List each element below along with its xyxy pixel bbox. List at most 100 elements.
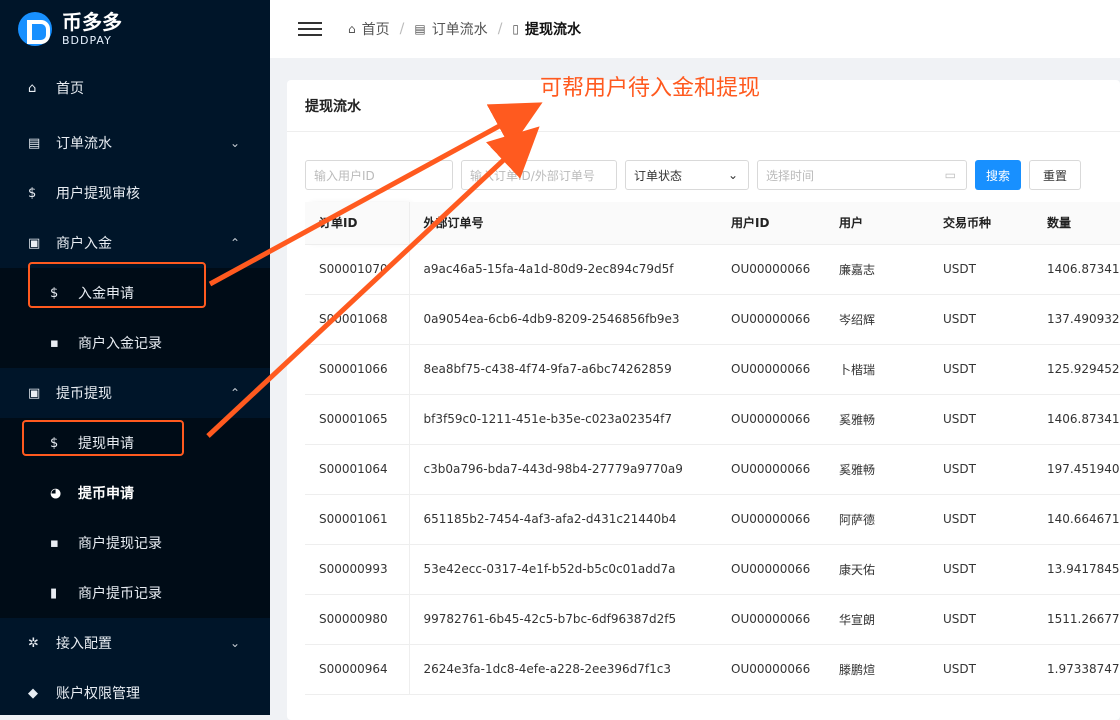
col-user-id: 用户ID <box>717 202 825 245</box>
order-status-label: 订单状态 <box>634 168 683 183</box>
sidebar-item-label: 接入配置 <box>56 636 112 652</box>
col-order-id: 订单ID <box>305 202 410 245</box>
cell-external-order: 651185b2-7454-4af3-afa2-d431c21440b4 <box>409 494 717 545</box>
chevron-down-icon: ⌄ <box>229 136 240 150</box>
cell-order-id: S00000980 <box>305 594 410 645</box>
sidebar-item-deposit[interactable]: ▣ 商户入金 ⌃ <box>0 218 270 268</box>
cell-order-id: S00000993 <box>305 544 410 595</box>
sidebar: 币多多 BDDPAY ⌂ 首页 ▤ 订单流水 ⌄ $ 用户提现审核 ▣ 商户入金… <box>0 0 270 715</box>
table-row[interactable]: S00001061 651185b2-7454-4af3-afa2-d431c21… <box>305 494 1120 545</box>
chevron-up-icon: ⌃ <box>229 386 240 400</box>
order-id-input[interactable]: 输入订单ID/外部订单号 <box>461 160 617 190</box>
cell-currency: USDT <box>929 644 1033 695</box>
sidebar-item-deposit-records[interactable]: ▪ 商户入金记录 <box>0 318 270 368</box>
highlight-box-withdraw <box>22 420 184 456</box>
sidebar-item-label: 商户入金 <box>56 236 112 252</box>
sidebar-item-home[interactable]: ⌂ 首页 <box>0 58 270 118</box>
col-currency: 交易币种 <box>929 202 1033 245</box>
cell-amount: 137.490932 <box>1033 294 1120 345</box>
cell-currency: USDT <box>929 544 1033 595</box>
sidebar-item-withdraw[interactable]: ▣ 提币提现 ⌃ <box>0 368 270 418</box>
cell-user-id: OU00000066 <box>717 444 825 495</box>
cell-order-id: S00001068 <box>305 294 410 345</box>
cell-external-order: bf3f59c0-1211-451e-b35e-c023a02354f7 <box>409 394 717 445</box>
cell-order-id: S00001064 <box>305 444 410 495</box>
col-amount: 数量 <box>1033 202 1120 245</box>
content-card: 提现流水 输入用户ID 输入订单ID/外部订单号 订单状态 ⌄ 选择时间 ▭ 搜… <box>287 80 1120 720</box>
col-external-order: 外部订单号 <box>409 202 717 245</box>
cell-order-id: S00001061 <box>305 494 410 545</box>
book-icon: ▤ <box>28 135 41 151</box>
cell-user: 卜楷瑞 <box>825 344 929 395</box>
withdraw-table: 订单ID 外部订单号 用户ID 用户 交易币种 数量 S00001070 a9ac… <box>305 202 1120 695</box>
table-row[interactable]: S00000964 2624e3fa-1dc8-4efe-a228-2ee396d… <box>305 644 1120 695</box>
breadcrumb-separator: / <box>399 21 405 37</box>
user-id-input[interactable]: 输入用户ID <box>305 160 453 190</box>
cell-user-id: OU00000066 <box>717 544 825 595</box>
doc-icon: ▪ <box>50 535 59 551</box>
chevron-down-icon: ⌄ <box>229 636 240 650</box>
breadcrumb: ⌂ 首页 / ▤ 订单流水 / ▯ 提现流水 <box>348 19 581 39</box>
home-icon: ⌂ <box>348 22 356 36</box>
time-placeholder: 选择时间 <box>766 168 815 183</box>
highlight-box-deposit <box>28 262 206 308</box>
brand-logo[interactable]: 币多多 BDDPAY <box>0 0 270 58</box>
sidebar-item-withdraw-records[interactable]: ▪ 商户提现记录 <box>0 518 270 568</box>
cell-user: 奚雅畅 <box>825 394 929 445</box>
brand-mark-icon <box>18 12 52 46</box>
table-row[interactable]: S00001065 bf3f59c0-1211-451e-b35e-c023a02… <box>305 394 1120 445</box>
search-button[interactable]: 搜索 <box>975 160 1021 190</box>
sidebar-item-label: 提币提现 <box>56 386 112 402</box>
order-status-select[interactable]: 订单状态 ⌄ <box>625 160 749 190</box>
user-icon: ◆ <box>28 685 38 701</box>
table-row[interactable]: S00001064 c3b0a796-bda7-443d-98b4-27779a9… <box>305 444 1120 495</box>
cell-user-id: OU00000066 <box>717 344 825 395</box>
money-icon: ▣ <box>28 235 41 251</box>
cell-user: 康天佑 <box>825 544 929 595</box>
cell-currency: USDT <box>929 394 1033 445</box>
pie-icon: ◕ <box>50 485 62 501</box>
top-header: ⌂ 首页 / ▤ 订单流水 / ▯ 提现流水 <box>270 0 1120 58</box>
cell-amount: 140.664671 <box>1033 494 1120 545</box>
filter-toolbar: 输入用户ID 输入订单ID/外部订单号 订单状态 ⌄ 选择时间 ▭ 搜索 重置 <box>305 160 1081 190</box>
sidebar-item-coin-records[interactable]: ▮ 商户提币记录 <box>0 568 270 618</box>
table-row[interactable]: S00000980 99782761-6b45-42c5-b7bc-6df9638… <box>305 594 1120 645</box>
menu-toggle-icon[interactable] <box>298 18 322 40</box>
reset-button[interactable]: 重置 <box>1029 160 1081 190</box>
sidebar-item-label: 商户提现记录 <box>78 536 162 552</box>
cell-order-id: S00000964 <box>305 644 410 695</box>
cell-external-order: 99782761-6b45-42c5-b7bc-6df96387d2f5 <box>409 594 717 645</box>
cell-user: 岑绍辉 <box>825 294 929 345</box>
breadcrumb-home[interactable]: 首页 <box>362 19 390 39</box>
cell-amount: 1511.26677 <box>1033 594 1120 645</box>
sidebar-item-orders[interactable]: ▤ 订单流水 ⌄ <box>0 118 270 168</box>
sidebar-item-integration[interactable]: ✲ 接入配置 ⌄ <box>0 618 270 668</box>
breadcrumb-current: 提现流水 <box>525 22 582 38</box>
home-icon: ⌂ <box>28 80 37 96</box>
table-row[interactable]: S00001068 0a9054ea-6cb6-4db9-8209-2546856… <box>305 294 1120 345</box>
sidebar-item-label: 订单流水 <box>56 136 112 152</box>
breadcrumb-orders[interactable]: 订单流水 <box>432 19 488 39</box>
sidebar-item-withdraw-review[interactable]: $ 用户提现审核 <box>0 168 270 218</box>
cell-external-order: 0a9054ea-6cb6-4db9-8209-2546856fb9e3 <box>409 294 717 345</box>
cell-amount: 125.929452 <box>1033 344 1120 395</box>
table-row[interactable]: S00000993 53e42ecc-0317-4e1f-b52d-b5c0c01… <box>305 544 1120 595</box>
cell-user-id: OU00000066 <box>717 294 825 345</box>
sidebar-item-label: 首页 <box>56 81 84 97</box>
cell-user: 奚雅畅 <box>825 444 929 495</box>
table-row[interactable]: S00001070 a9ac46a5-15fa-4a1d-80d9-2ec894c… <box>305 244 1120 295</box>
doc-icon: ▪ <box>50 335 59 351</box>
table-header-row: 订单ID 外部订单号 用户ID 用户 交易币种 数量 <box>305 202 1120 245</box>
cell-amount: 13.9417845 <box>1033 544 1120 595</box>
cell-amount: 1.97338747 <box>1033 644 1120 695</box>
table-row[interactable]: S00001066 8ea8bf75-c438-4f74-9fa7-a6bc742… <box>305 344 1120 395</box>
file-icon: ▮ <box>50 585 58 601</box>
cell-user-id: OU00000066 <box>717 594 825 645</box>
file-icon: ▯ <box>512 22 520 36</box>
cell-currency: USDT <box>929 344 1033 395</box>
cell-amount: 1406.87341 <box>1033 394 1120 445</box>
calendar-icon: ▭ <box>944 168 956 182</box>
time-picker[interactable]: 选择时间 ▭ <box>757 160 967 190</box>
sidebar-item-permissions[interactable]: ◆ 账户权限管理 <box>0 668 270 715</box>
sidebar-item-coin-withdraw[interactable]: ◕ 提币申请 <box>0 468 270 518</box>
